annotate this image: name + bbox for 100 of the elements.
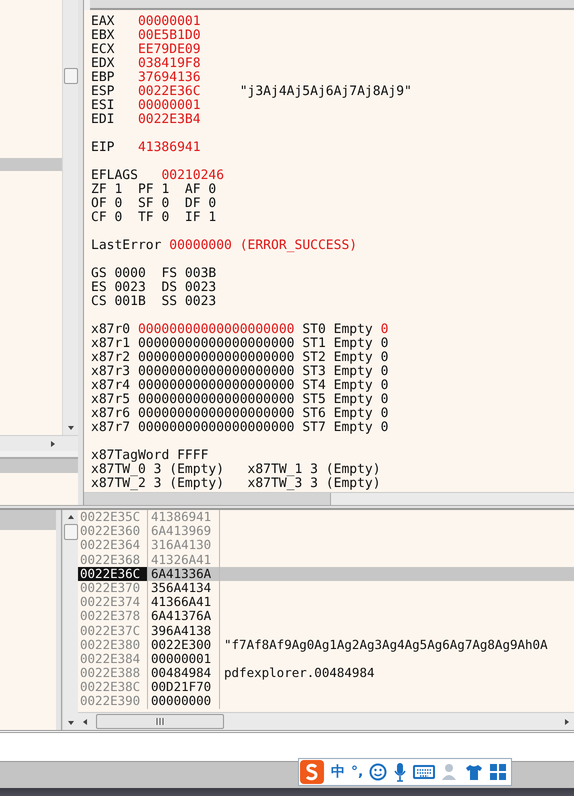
value-cell: 41366A41	[148, 595, 220, 610]
register-text: 00000000000000000000	[138, 379, 294, 393]
register-text: x87r3	[91, 365, 130, 379]
value-cell: 6A41336A	[148, 566, 220, 581]
pane-header	[0, 510, 56, 530]
scroll-left-icon[interactable]	[82, 718, 88, 726]
register-text: 0	[380, 407, 388, 421]
register-text: x87r4	[91, 379, 130, 393]
register-text: x87r5	[91, 393, 130, 407]
register-text: x87TagWord FFFF	[91, 449, 208, 463]
value-cell: 41386941	[148, 510, 220, 524]
register-text: 00000001	[138, 15, 202, 29]
vertical-scrollbar[interactable]	[62, 510, 78, 730]
value-cell: 6A413969	[148, 524, 220, 538]
register-text: ST0 Empty	[302, 323, 373, 337]
comment-cell-text: "f7Af8Af9Ag0Ag1Ag2Ag3Ag4Ag5Ag6Ag7Ag8Ag9Ah0A	[223, 638, 548, 652]
value-cell: 00D21F70	[148, 680, 220, 694]
register-text: ST5 Empty	[302, 393, 373, 407]
register-text: 0	[380, 365, 388, 379]
address-cell[interactable]: 0022E360	[78, 524, 148, 538]
address-cell[interactable]: 0022E388	[78, 666, 148, 680]
value-cell: 6A41376A	[148, 609, 220, 624]
scroll-thumb[interactable]	[96, 714, 224, 729]
register-text: EBX	[91, 29, 116, 43]
register-text: ST6 Empty	[302, 407, 373, 421]
scroll-up-icon[interactable]	[66, 514, 74, 520]
shirt-icon[interactable]	[465, 763, 484, 781]
register-text: ESI	[91, 99, 116, 113]
register-text: 00000000000000000000	[138, 351, 294, 365]
register-text: 0	[380, 379, 388, 393]
register-text: 00000000000000000000	[138, 337, 294, 351]
address-cell[interactable]: 0022E36C	[78, 566, 148, 581]
register-text: 00000001	[138, 99, 202, 113]
register-text: 00000000000000000000	[138, 421, 294, 435]
register-text: 0022E3B4	[138, 113, 202, 127]
address-cell[interactable]: 0022E384	[78, 652, 148, 666]
address-cell[interactable]: 0022E370	[78, 580, 148, 596]
horizontal-scrollbar[interactable]	[0, 435, 78, 451]
value-cell: 0022E300	[148, 638, 220, 652]
ime-toggle[interactable]: 中	[331, 763, 345, 781]
scroll-thumb[interactable]	[64, 524, 78, 540]
address-cell[interactable]: 0022E374	[78, 595, 148, 610]
register-text: 0022E36C	[138, 85, 202, 99]
register-text: 00000000000000000000	[138, 323, 294, 337]
address-cell[interactable]: 0022E364	[78, 538, 148, 553]
scroll-right-icon[interactable]	[564, 718, 570, 726]
register-text: 00000000000000000000	[138, 365, 294, 379]
address-cell[interactable]: 0022E35C	[78, 510, 148, 524]
address-cell[interactable]: 0022E390	[78, 694, 148, 709]
scroll-right-icon[interactable]	[50, 440, 56, 448]
register-text: 41386941	[138, 141, 202, 155]
scroll-down-icon[interactable]	[66, 425, 74, 431]
register-text: 37694136	[138, 71, 202, 85]
scroll-down-icon[interactable]	[66, 720, 74, 726]
value-cell: 00000000	[148, 694, 220, 709]
register-text: 0	[380, 393, 388, 407]
register-text: ZF 1 PF 1 AF 0	[91, 183, 216, 197]
scroll-thumb[interactable]	[64, 68, 78, 84]
register-text: EFLAGS	[91, 169, 139, 183]
horizontal-scrollbar[interactable]	[84, 492, 574, 505]
register-text: x87r7	[91, 421, 130, 435]
vertical-scrollbar[interactable]	[62, 0, 78, 435]
register-text: 0	[380, 421, 388, 435]
register-text: x87r2	[91, 351, 130, 365]
register-text: EDI	[91, 113, 116, 127]
pane-splitter[interactable]	[56, 510, 62, 730]
register-text: ST7 Empty	[302, 421, 373, 435]
microphone-icon[interactable]	[393, 762, 408, 782]
address-cell[interactable]: 0022E37C	[78, 624, 148, 638]
register-text: 0	[380, 337, 388, 351]
register-text: EIP	[91, 141, 116, 155]
grid-icon[interactable]	[489, 763, 508, 781]
address-cell[interactable]: 0022E38C	[78, 680, 148, 694]
address-cell[interactable]: 0022E378	[78, 609, 148, 624]
register-text: OF 0 SF 0 DF 0	[91, 197, 216, 211]
register-text: 00000000000000000000	[138, 407, 294, 421]
register-text: ES 0023 DS 0023	[91, 281, 216, 295]
scroll-thumb[interactable]	[84, 493, 331, 505]
register-text: 00000000 (ERROR_SUCCESS)	[169, 239, 358, 253]
logo-icon[interactable]	[299, 759, 325, 785]
value-cell: 396A4138	[148, 624, 220, 638]
register-text: EDX	[91, 57, 116, 71]
register-text: x87r0	[91, 323, 130, 337]
value-cell: 00484984	[148, 666, 220, 680]
register-text: 00E5B1D0	[138, 29, 202, 43]
ime-toggle[interactable]: °,	[351, 764, 364, 780]
register-text: x87r6	[91, 407, 130, 421]
register-text: ESP	[91, 85, 116, 99]
comment-cell-text: pdfexplorer.00484984	[223, 666, 375, 680]
horizontal-scrollbar[interactable]	[78, 712, 574, 730]
register-text: EE79DE09	[138, 43, 202, 57]
smiley-icon[interactable]	[369, 763, 388, 781]
register-text: ST2 Empty	[302, 351, 373, 365]
keyboard-icon[interactable]	[413, 765, 436, 779]
register-text: CF 0 TF 0 IF 1	[91, 211, 216, 225]
register-text: 00000000000000000000	[138, 393, 294, 407]
address-cell[interactable]: 0022E380	[78, 638, 148, 652]
value-cell: 356A4134	[148, 580, 220, 596]
register-text: EBP	[91, 71, 116, 85]
register-text: EAX	[91, 15, 116, 29]
